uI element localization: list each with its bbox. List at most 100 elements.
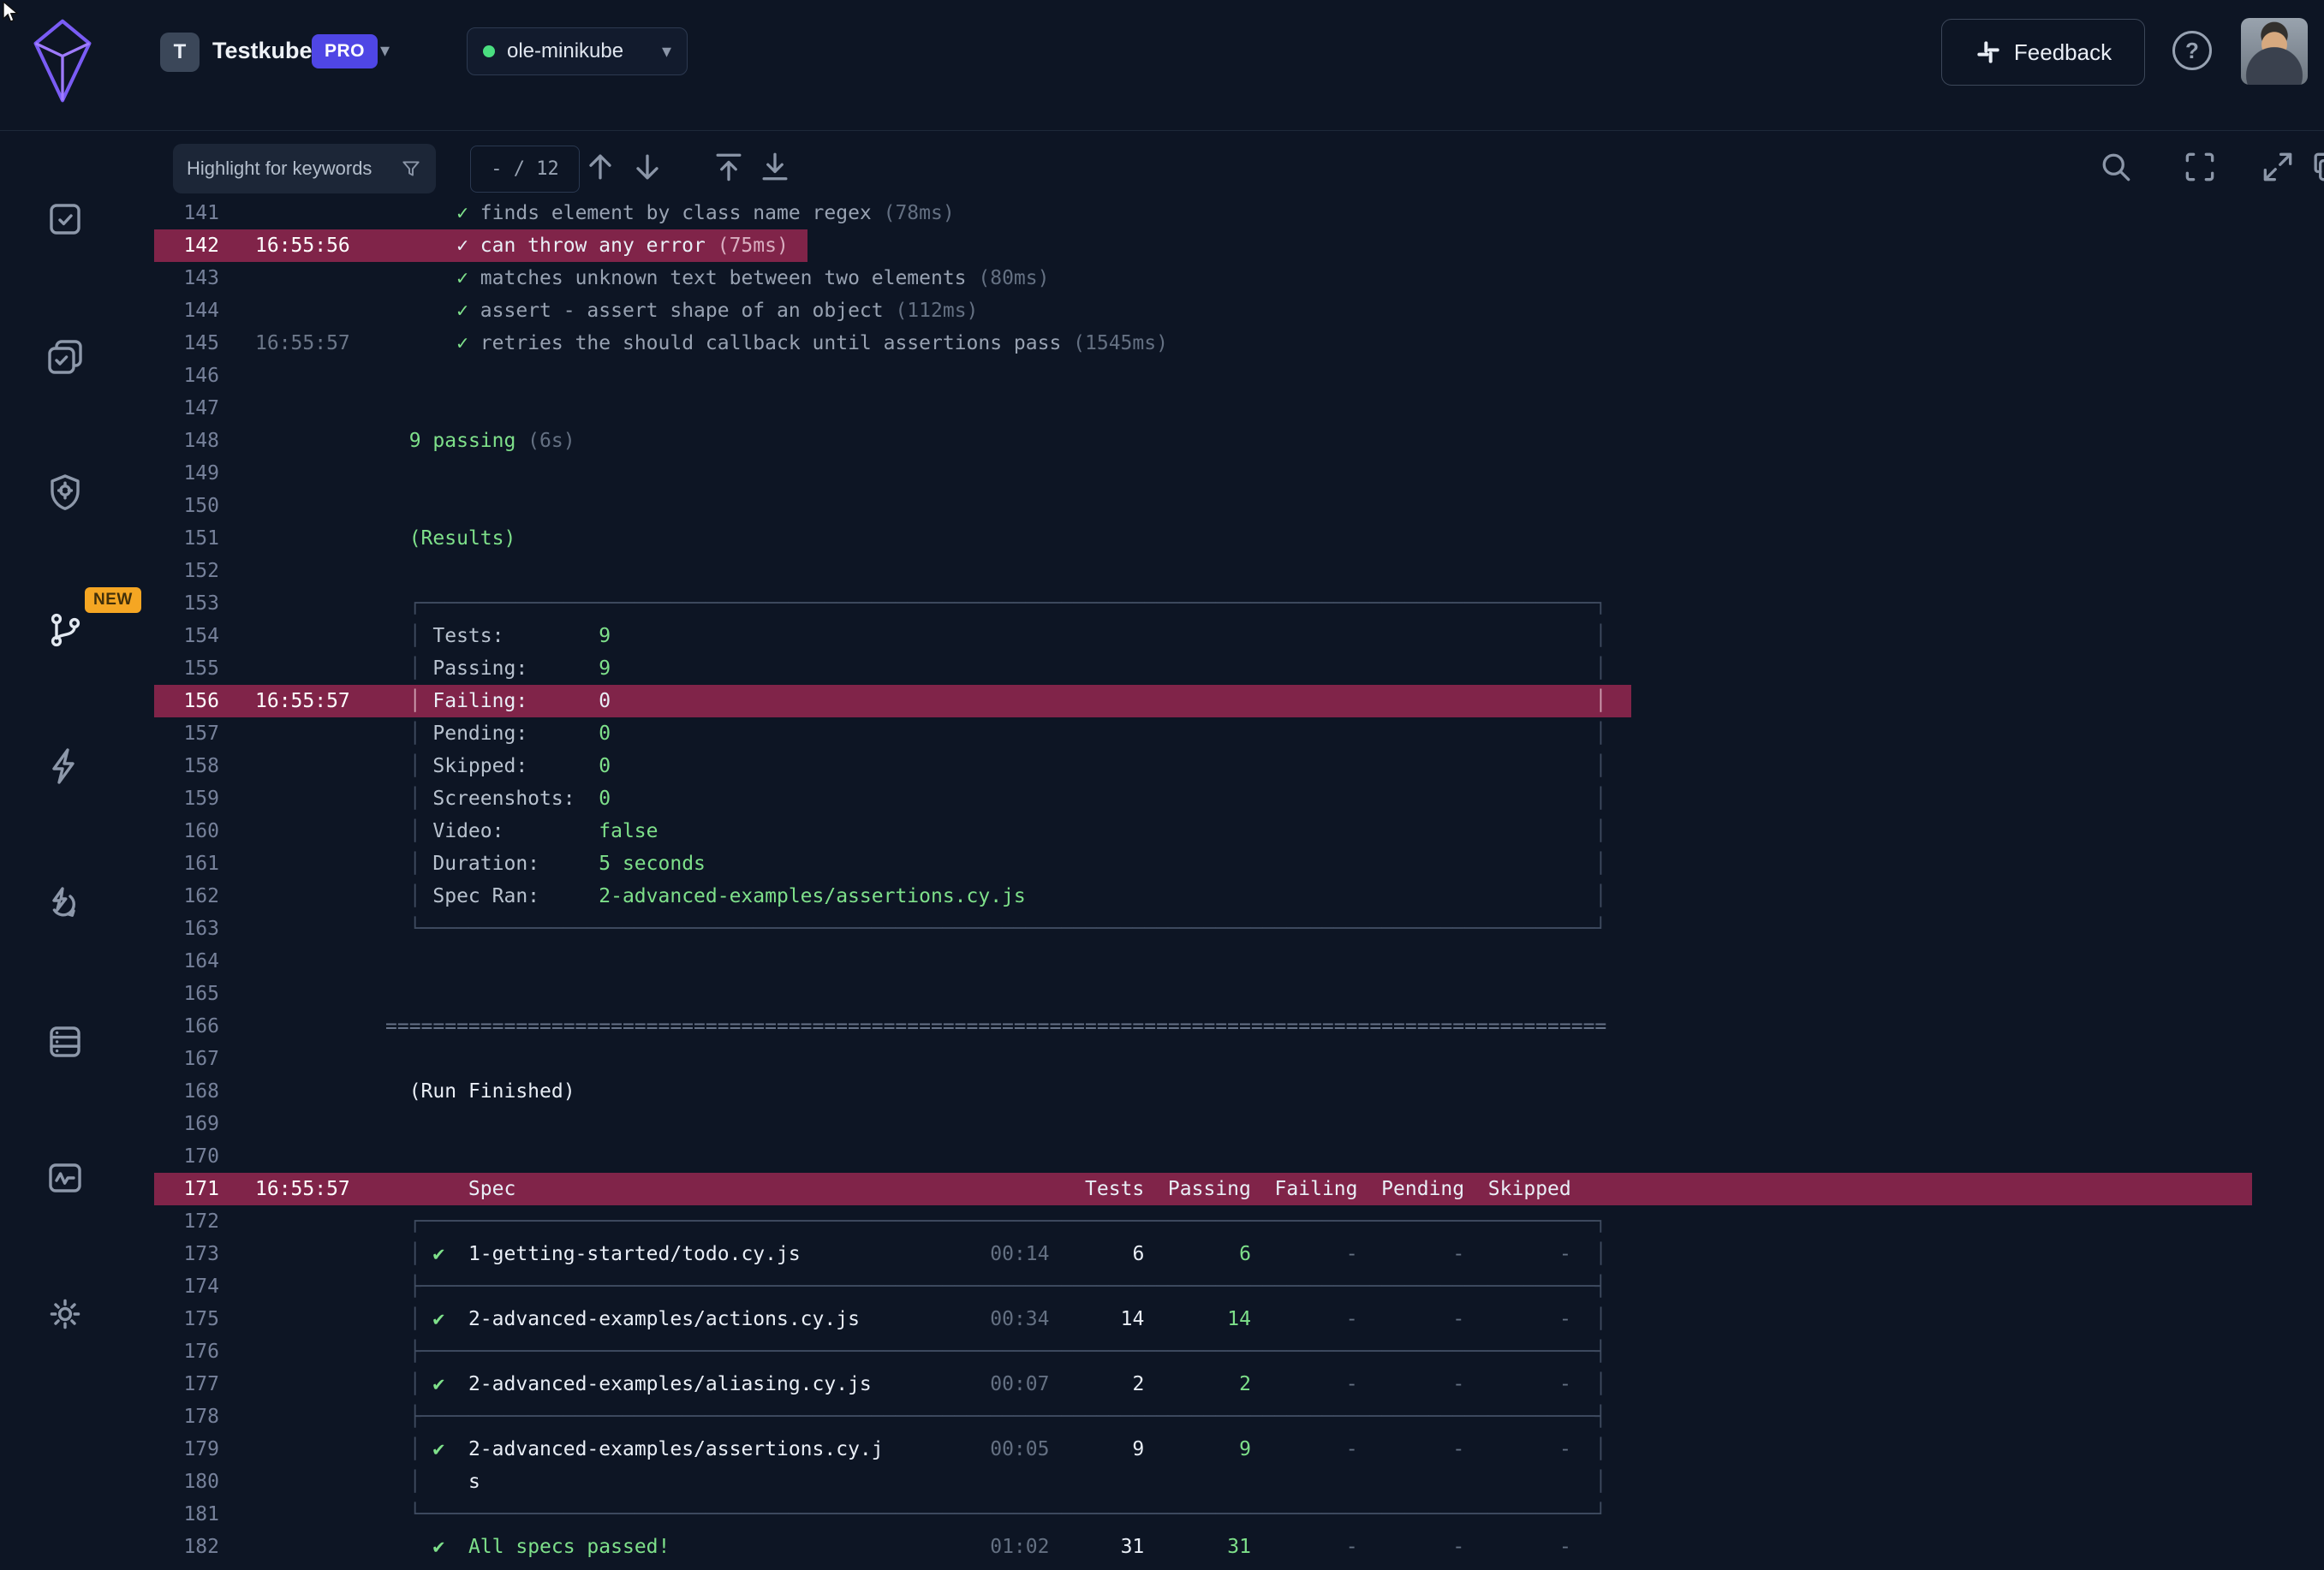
sidebar-item-workflows[interactable] <box>45 610 86 651</box>
line-timestamp <box>219 847 385 880</box>
line-timestamp <box>219 1075 385 1108</box>
scroll-to-top-button[interactable] <box>710 148 748 186</box>
highlight-keywords-button[interactable]: Highlight for keywords <box>173 144 436 193</box>
scroll-to-bottom-button[interactable] <box>756 148 794 186</box>
sidebar-item-sources[interactable] <box>45 1021 86 1062</box>
sidebar-item-tests[interactable] <box>45 199 86 240</box>
line-text: ✓ assert - assert shape of an object (11… <box>385 294 978 327</box>
line-timestamp <box>219 360 385 392</box>
line-timestamp <box>219 652 385 685</box>
tests-icon <box>45 199 86 240</box>
log-line-154: 154 │ Tests: 9 │ <box>154 620 2324 652</box>
line-text: (Results) <box>385 522 515 555</box>
log-line-151: 151 (Results) <box>154 522 2324 555</box>
line-text: │ Spec Ran: 2-advanced-examples/assertio… <box>385 880 1606 913</box>
sidebar-item-executors[interactable] <box>45 472 86 513</box>
line-timestamp <box>219 1335 385 1368</box>
line-timestamp <box>219 1433 385 1466</box>
log-line-160: 160 │ Video: false │ <box>154 815 2324 847</box>
line-timestamp <box>219 815 385 847</box>
log-line-159: 159 │ Screenshots: 0 │ <box>154 782 2324 815</box>
monitor-pulse-icon <box>45 1157 86 1198</box>
arrow-to-bottom-icon <box>756 148 794 186</box>
line-number: 164 <box>154 945 219 978</box>
line-timestamp <box>219 197 385 229</box>
fullscreen-icon <box>2259 148 2297 186</box>
next-match-button[interactable] <box>629 148 666 186</box>
line-timestamp <box>219 1238 385 1270</box>
line-number: 155 <box>154 652 219 685</box>
org-chevron-down-icon[interactable]: ▾ <box>380 39 390 62</box>
top-bar: T Testkube PRO ▾ ole-minikube ▾ Feedback… <box>0 0 2324 131</box>
sidebar-item-test-suites[interactable] <box>45 336 86 378</box>
line-number: 171 <box>154 1173 219 1205</box>
line-timestamp <box>219 1401 385 1433</box>
fullscreen-button[interactable] <box>2259 148 2297 186</box>
user-avatar[interactable] <box>2241 18 2308 85</box>
feedback-button[interactable]: Feedback <box>1941 19 2145 86</box>
frame-icon <box>2181 148 2219 186</box>
log-line-165: 165 <box>154 978 2324 1010</box>
sidebar-item-status-pages[interactable] <box>45 1157 86 1198</box>
line-timestamp <box>219 1270 385 1303</box>
slack-icon <box>1975 39 2002 66</box>
line-text: │ Duration: 5 seconds │ <box>385 847 1606 880</box>
line-number: 141 <box>154 197 219 229</box>
environment-chevron-down-icon: ▾ <box>662 40 671 62</box>
copy-log-button[interactable] <box>2308 148 2324 186</box>
line-number: 150 <box>154 490 219 522</box>
line-number: 168 <box>154 1075 219 1108</box>
log-line-144: 144 ✓ assert - assert shape of an object… <box>154 294 2324 327</box>
sidebar-item-webhooks[interactable] <box>45 883 86 925</box>
log-line-164: 164 <box>154 945 2324 978</box>
environment-selector[interactable]: ole-minikube ▾ <box>467 27 688 75</box>
line-text: │ ✔ 1-getting-started/todo.cy.js 00:14 6… <box>385 1238 1606 1270</box>
line-timestamp <box>219 425 385 457</box>
arrow-to-top-icon <box>710 148 748 186</box>
org-avatar[interactable]: T <box>160 33 200 72</box>
sidebar-item-triggers[interactable] <box>45 746 86 787</box>
previous-match-button[interactable] <box>581 148 619 186</box>
line-timestamp <box>219 262 385 294</box>
line-number: 148 <box>154 425 219 457</box>
line-text: ✓ can throw any error (75ms) <box>385 229 789 262</box>
line-number: 183 <box>154 1563 219 1570</box>
fit-view-button[interactable] <box>2181 148 2219 186</box>
log-line-166: 166=====================================… <box>154 1010 2324 1043</box>
help-button[interactable]: ? <box>2172 31 2212 70</box>
new-badge: NEW <box>85 587 141 613</box>
log-line-152: 152 <box>154 555 2324 587</box>
line-text: ========================================… <box>385 1010 1606 1043</box>
line-timestamp <box>219 978 385 1010</box>
log-line-178: 178 ├───────────────────────────────────… <box>154 1401 2324 1433</box>
line-timestamp <box>219 1498 385 1531</box>
line-text: ├───────────────────────────────────────… <box>385 1270 1606 1303</box>
line-number: 162 <box>154 880 219 913</box>
line-number: 156 <box>154 685 219 717</box>
log-line-162: 162 │ Spec Ran: 2-advanced-examples/asse… <box>154 880 2324 913</box>
line-timestamp <box>219 1368 385 1401</box>
server-icon <box>45 1021 86 1062</box>
line-number: 175 <box>154 1303 219 1335</box>
org-name: Testkube <box>212 38 313 64</box>
line-text: ✓ finds element by class name regex (78m… <box>385 197 955 229</box>
line-timestamp <box>219 490 385 522</box>
line-timestamp <box>219 750 385 782</box>
log-line-148: 148 9 passing (6s) <box>154 425 2324 457</box>
log-line-145: 14516:55:57 ✓ retries the should callbac… <box>154 327 2324 360</box>
line-timestamp <box>219 294 385 327</box>
sidebar-item-settings[interactable] <box>45 1293 86 1335</box>
line-text: │ ✔ 2-advanced-examples/aliasing.cy.js 0… <box>385 1368 1606 1401</box>
log-viewer[interactable]: 141 ✓ finds element by class name regex … <box>142 197 2324 1570</box>
line-timestamp <box>219 1563 385 1570</box>
line-timestamp: 16:55:57 <box>219 1173 385 1205</box>
search-button[interactable] <box>2097 148 2135 186</box>
lightning-icon <box>45 746 86 787</box>
line-number: 174 <box>154 1270 219 1303</box>
line-text: ├───────────────────────────────────────… <box>385 1401 1606 1433</box>
line-timestamp: 16:55:57 <box>219 327 385 360</box>
log-line-158: 158 │ Skipped: 0 │ <box>154 750 2324 782</box>
line-number: 159 <box>154 782 219 815</box>
match-counter[interactable]: - / 12 <box>470 146 580 193</box>
log-line-171: 17116:55:57 Spec Tests Passing Failing P… <box>154 1173 2324 1205</box>
